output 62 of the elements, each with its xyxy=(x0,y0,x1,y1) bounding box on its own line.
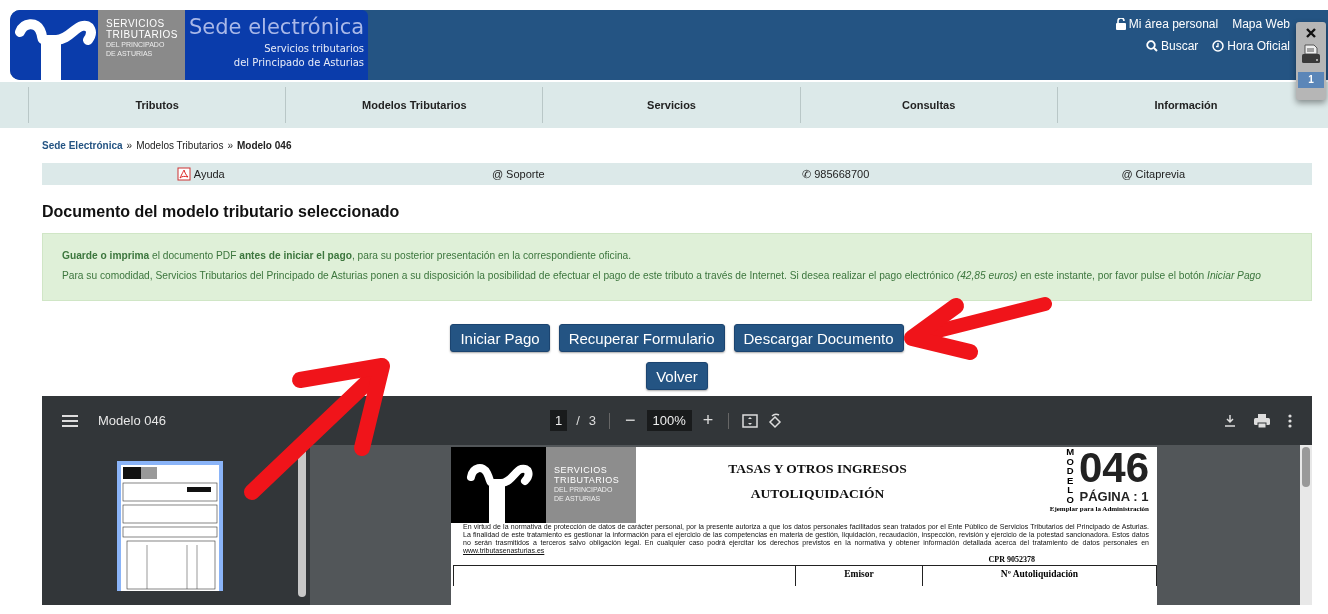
logo-text: TRIBUTARIOS xyxy=(106,29,179,40)
model-number: 046 xyxy=(1078,447,1149,489)
logo-text: SERVICIOS xyxy=(106,18,166,29)
download-icon[interactable] xyxy=(1224,414,1236,427)
fit-page-icon[interactable] xyxy=(742,413,759,428)
clock-icon xyxy=(1212,40,1225,52)
close-icon[interactable] xyxy=(1306,28,1316,38)
zoom-out-button[interactable]: − xyxy=(623,410,638,431)
notice-text: Para su comodidad, Servicios Tributarios del Principado de Asturias ponen a su disposición la posibilidad de efectuar el pago de este tributo a través de Internet. Si desea realizar el pago electrónico (42,85 euros) en este instante, por favor pulse el botón Iniciar Pago xyxy=(62,269,1262,283)
model-label: MODELO xyxy=(1065,447,1075,504)
breadcrumb-current: Modelo 046 xyxy=(237,140,292,153)
action-button[interactable]: Iniciar Pago xyxy=(450,324,550,352)
table-header: Emisor xyxy=(796,566,923,586)
nav-item[interactable]: Servicios xyxy=(542,87,800,123)
more-icon[interactable] xyxy=(1288,413,1292,428)
site-title: Sede electrónica xyxy=(189,14,365,41)
page-field[interactable]: 1 xyxy=(550,410,568,431)
quick-link[interactable]: ✆ 985668700 xyxy=(802,167,870,181)
breadcrumb-separator: » xyxy=(126,140,133,153)
page-thumbnail-drawing[interactable] xyxy=(117,461,223,591)
action-button[interactable]: Recuperar Formulario xyxy=(558,324,725,352)
site-subtitle: del Principado de Asturias xyxy=(233,56,364,70)
logo-text: TRIBUTARIOS xyxy=(554,475,621,485)
breadcrumb-link[interactable]: Modelos Tributarios xyxy=(136,140,224,154)
action-button[interactable]: Volver xyxy=(646,362,708,390)
page-count-badge: 1 xyxy=(1298,72,1324,88)
site-subtitle: Servicios tributarios xyxy=(264,42,364,56)
document-title: Modelo 046 xyxy=(98,413,166,428)
nav-item[interactable]: Modelos Tributarios xyxy=(285,87,543,123)
section-heading: Documento del modelo tributario seleccionado xyxy=(42,202,401,222)
header-link[interactable]: Mi área personal xyxy=(1115,17,1219,31)
header-link[interactable]: Mapa Web xyxy=(1232,17,1290,31)
header-link[interactable]: Buscar xyxy=(1145,39,1199,53)
logo-text: SERVICIOS xyxy=(554,465,609,475)
printer-icon[interactable] xyxy=(1301,44,1321,66)
table-header: Nº Autoliquidación xyxy=(923,566,1157,586)
print-icon[interactable] xyxy=(1254,413,1270,428)
zoom-field[interactable]: 100% xyxy=(646,410,692,431)
breadcrumb-separator: » xyxy=(227,140,233,153)
rotate-icon[interactable] xyxy=(767,412,784,429)
page-label: PÁGINA : 1 xyxy=(1079,489,1149,504)
quick-link[interactable]: Ayuda xyxy=(176,167,225,181)
notice-text: Guarde o imprima el documento PDF antes de iniciar el pago, para su posterior presentación en la correspondiente oficina. xyxy=(62,249,633,263)
nav-item[interactable]: Consultas xyxy=(799,87,1057,123)
form-title: AUTOLIQUIDACIÓN xyxy=(750,486,885,502)
quick-link[interactable]: @ Soporte xyxy=(491,168,545,180)
header-link[interactable]: Hora Oficial xyxy=(1212,39,1290,53)
search-icon xyxy=(1145,40,1158,52)
action-button[interactable]: Descargar Documento xyxy=(733,324,904,352)
scrollbar-thumb[interactable] xyxy=(1302,447,1310,487)
nav-item[interactable]: Tributos xyxy=(28,87,286,123)
page-count: 3 xyxy=(588,413,597,428)
page-separator: / xyxy=(576,413,580,428)
lock-icon xyxy=(1115,18,1126,30)
breadcrumb-link[interactable]: Sede Electrónica xyxy=(42,140,123,154)
cpr-code: CPR 9052378 xyxy=(988,555,1035,564)
form-title: TASAS Y OTROS INGRESOS xyxy=(728,461,907,477)
zoom-in-button[interactable]: + xyxy=(700,410,716,431)
quick-link[interactable]: @ Citaprevia xyxy=(1121,168,1186,180)
menu-icon[interactable] xyxy=(62,414,78,427)
logo-icon xyxy=(10,10,98,80)
pdf-icon xyxy=(176,167,191,181)
